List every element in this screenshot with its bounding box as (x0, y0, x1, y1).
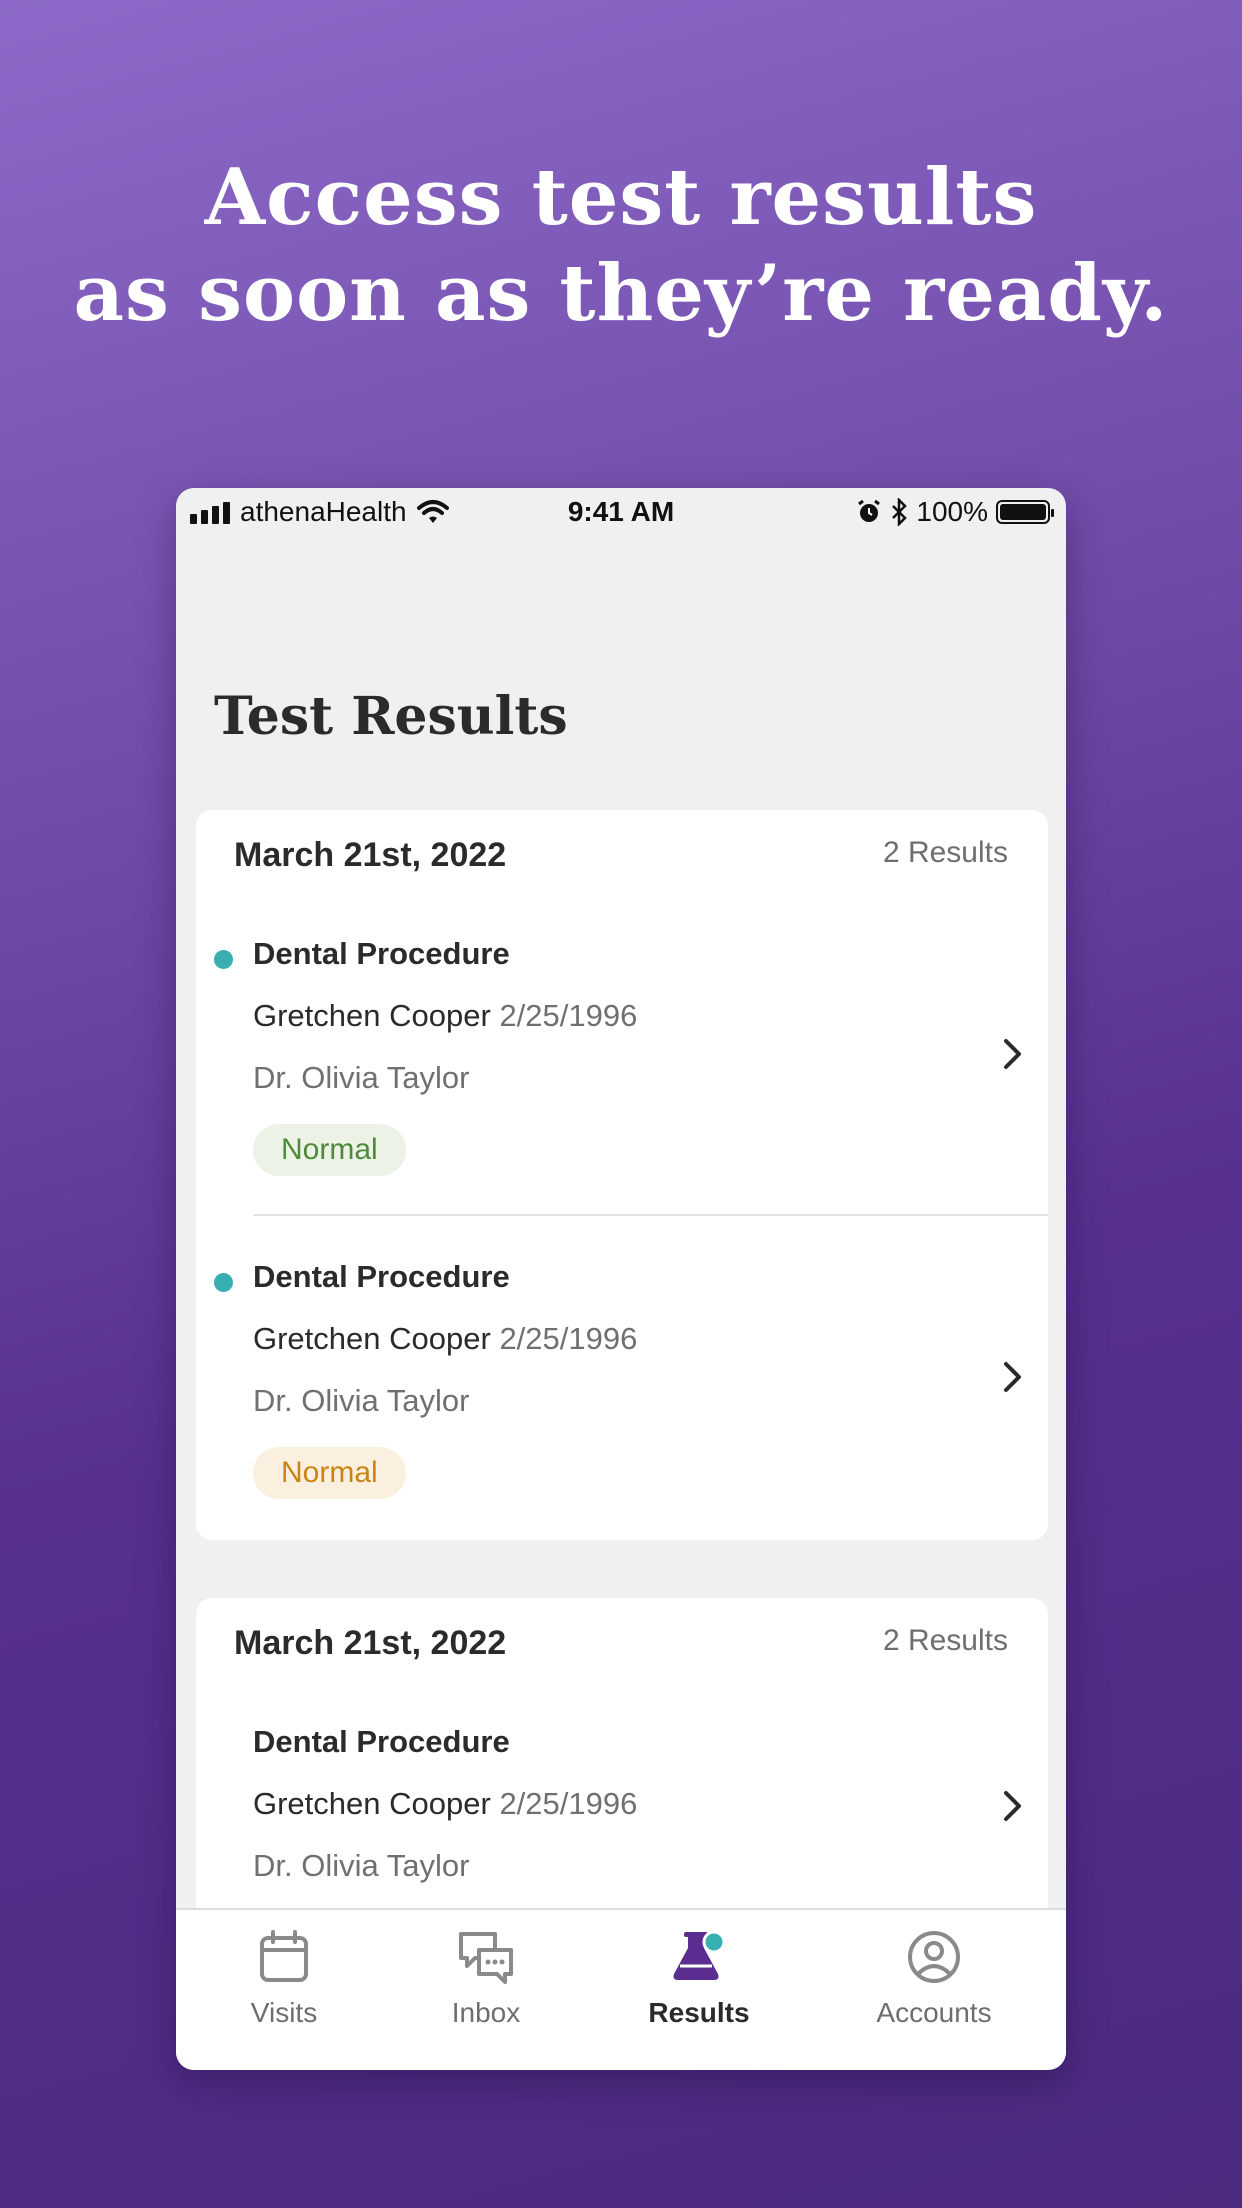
alarm-icon (858, 499, 881, 522)
patient-name: Gretchen Cooper (253, 1786, 491, 1821)
status-badge: Normal (253, 1124, 406, 1176)
patient-dob: 2/25/1996 (499, 998, 638, 1033)
result-doctor: Dr. Olivia Taylor (253, 1060, 470, 1095)
result-patient: Gretchen Cooper 2/25/1996 (253, 998, 637, 1034)
tab-bar: Visits Inbox Results Accounts (176, 1908, 1066, 2070)
phone-screen: athenaHealth 9:41 AM 100% Test Results M… (176, 488, 1066, 2070)
group-date: March 21st, 2022 (234, 1624, 507, 1662)
patient-name: Gretchen Cooper (253, 1321, 491, 1356)
chat-icon (459, 1932, 513, 1984)
headline-line-2: as soon as they’re ready. (73, 248, 1169, 339)
page-title: Test Results (214, 686, 568, 747)
result-procedure: Dental Procedure (253, 1259, 510, 1294)
calendar-icon (260, 1930, 308, 1982)
headline: Access test results as soon as they’re r… (0, 150, 1242, 342)
chevron-right-icon[interactable] (994, 1359, 1030, 1395)
tab-visits[interactable]: Visits (184, 1928, 384, 2029)
results-group-card: March 21st, 2022 2 Results Dental Proced… (196, 810, 1048, 1540)
status-badge: Normal (253, 1447, 406, 1499)
patient-name: Gretchen Cooper (253, 998, 491, 1033)
battery-percent: 100% (916, 496, 988, 527)
unread-dot (214, 950, 233, 969)
group-result-count: 2 Results (882, 1624, 1008, 1657)
group-result-count: 2 Results (882, 836, 1008, 869)
headline-line-1: Access test results (204, 152, 1038, 243)
result-patient: Gretchen Cooper 2/25/1996 (253, 1321, 637, 1357)
result-procedure: Dental Procedure (253, 936, 510, 971)
group-date: March 21st, 2022 (234, 836, 507, 874)
bluetooth-icon (892, 498, 908, 526)
result-item[interactable]: Dental Procedure Gretchen Cooper 2/25/19… (196, 936, 1048, 1206)
result-procedure: Dental Procedure (253, 1724, 510, 1759)
tab-inbox[interactable]: Inbox (386, 1928, 586, 2029)
tab-accounts[interactable]: Accounts (834, 1928, 1034, 2029)
result-patient: Gretchen Cooper 2/25/1996 (253, 1786, 637, 1822)
tab-label: Inbox (451, 1997, 521, 2028)
result-item[interactable]: Dental Procedure Gretchen Cooper 2/25/19… (196, 1724, 1048, 1924)
result-item[interactable]: Dental Procedure Gretchen Cooper 2/25/19… (196, 1259, 1048, 1529)
chevron-right-icon[interactable] (994, 1788, 1030, 1824)
battery-icon (996, 500, 1054, 524)
patient-dob: 2/25/1996 (499, 1321, 638, 1356)
chevron-right-icon[interactable] (994, 1036, 1030, 1072)
tab-label: Results (648, 1997, 750, 2028)
user-circle-icon (908, 1931, 960, 1983)
tab-label: Visits (250, 1997, 318, 2028)
patient-dob: 2/25/1996 (499, 1786, 638, 1821)
result-doctor: Dr. Olivia Taylor (253, 1848, 470, 1883)
unread-dot (214, 1273, 233, 1292)
tab-label: Accounts (876, 1997, 992, 2028)
status-bar: athenaHealth 9:41 AM 100% (176, 488, 1066, 538)
tab-results[interactable]: Results (599, 1928, 799, 2029)
divider (253, 1214, 1048, 1216)
flask-icon (673, 1930, 726, 1980)
result-doctor: Dr. Olivia Taylor (253, 1383, 470, 1418)
